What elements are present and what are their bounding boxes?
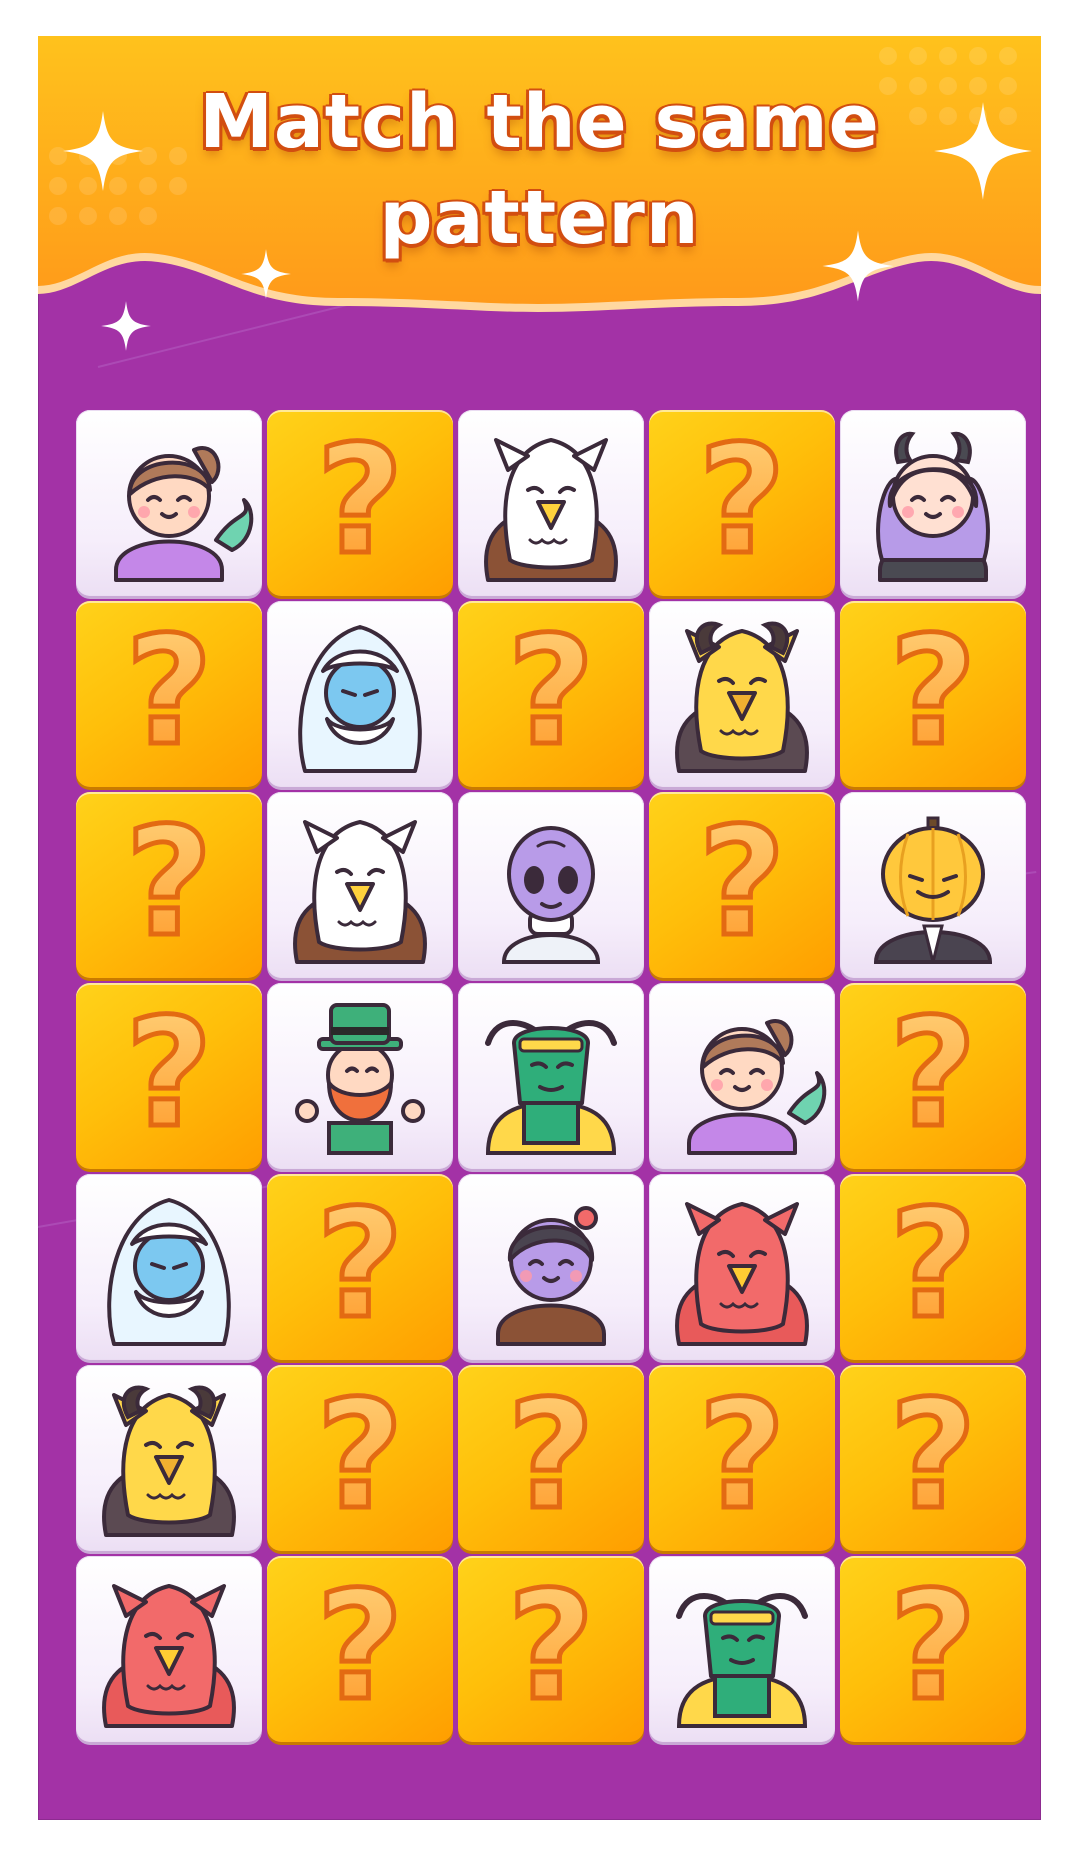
card-hidden[interactable]: ? [76,983,262,1169]
card-hidden[interactable]: ? [649,1365,835,1551]
card-revealed[interactable] [649,983,835,1169]
card-revealed[interactable] [458,983,644,1169]
card-revealed[interactable] [649,1556,835,1742]
sparkle-icon [63,111,143,191]
question-mark-icon: ? [840,1178,1026,1353]
card-hidden[interactable]: ? [76,792,262,978]
card-revealed[interactable] [458,792,644,978]
card-hidden[interactable]: ? [76,601,262,787]
question-mark-icon: ? [458,1560,644,1735]
card-revealed[interactable] [840,410,1026,596]
card-hidden[interactable]: ? [649,792,835,978]
sparkle-icon [101,301,151,351]
question-mark-icon: ? [267,414,453,589]
question-mark-icon: ? [840,1369,1026,1544]
card-hidden[interactable]: ? [840,1174,1026,1360]
card-hidden[interactable]: ? [267,1556,453,1742]
question-mark-icon: ? [840,1560,1026,1735]
sparkle-icon [822,230,894,302]
card-hidden[interactable]: ? [267,1365,453,1551]
sparkle-icon [241,249,291,299]
card-revealed[interactable] [649,601,835,787]
card-hidden[interactable]: ? [267,1174,453,1360]
game-board-background: Match the same pattern ? ? ? ? ? ? ? ? ?… [37,36,1041,1820]
card-hidden[interactable]: ? [840,983,1026,1169]
card-revealed[interactable] [840,792,1026,978]
question-mark-icon: ? [458,605,644,780]
card-revealed[interactable] [76,410,262,596]
card-revealed[interactable] [76,1365,262,1551]
card-revealed[interactable] [649,1174,835,1360]
question-mark-icon: ? [267,1178,453,1353]
question-mark-icon: ? [649,414,835,589]
card-revealed[interactable] [458,1174,644,1360]
title-line-1: Match the same [199,79,880,165]
card-revealed[interactable] [76,1174,262,1360]
card-hidden[interactable]: ? [267,410,453,596]
question-mark-icon: ? [267,1369,453,1544]
card-hidden[interactable]: ? [840,601,1026,787]
card-revealed[interactable] [267,792,453,978]
card-hidden[interactable]: ? [458,1556,644,1742]
card-hidden[interactable]: ? [458,1365,644,1551]
card-revealed[interactable] [458,410,644,596]
card-hidden[interactable]: ? [840,1365,1026,1551]
question-mark-icon: ? [267,1560,453,1735]
card-revealed[interactable] [267,601,453,787]
question-mark-icon: ? [76,605,262,780]
sparkle-icon [934,102,1032,200]
question-mark-icon: ? [649,1369,835,1544]
question-mark-icon: ? [76,987,262,1162]
card-hidden[interactable]: ? [458,601,644,787]
question-mark-icon: ? [458,1369,644,1544]
card-hidden[interactable]: ? [649,410,835,596]
card-revealed[interactable] [267,983,453,1169]
question-mark-icon: ? [840,987,1026,1162]
question-mark-icon: ? [840,605,1026,780]
card-hidden[interactable]: ? [840,1556,1026,1742]
question-mark-icon: ? [649,796,835,971]
question-mark-icon: ? [76,796,262,971]
card-revealed[interactable] [76,1556,262,1742]
